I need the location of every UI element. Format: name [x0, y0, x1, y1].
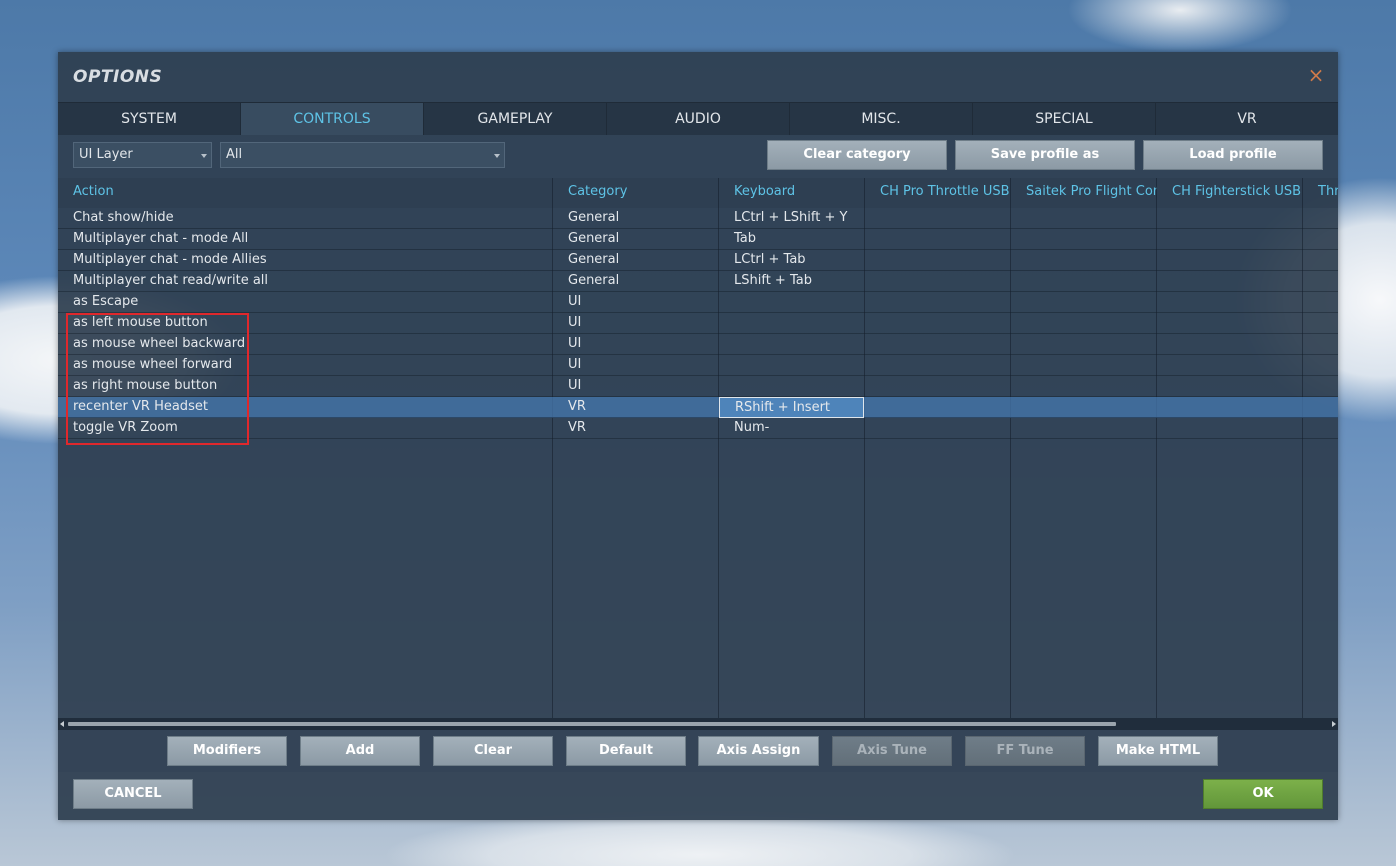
keyboard-cell[interactable]: LCtrl + LShift + Y: [719, 208, 864, 228]
table-row[interactable]: Chat show/hide General LCtrl + LShift + …: [58, 208, 1338, 229]
column-header-device-1[interactable]: CH Pro Throttle USB {8: [865, 178, 1011, 208]
action-cell: Multiplayer chat - mode Allies: [73, 252, 267, 267]
dialog-footer: CANCEL OK: [58, 772, 1338, 820]
close-icon[interactable]: ×: [1306, 65, 1326, 85]
toolbar: UI Layer All Clear category Save profile…: [58, 134, 1338, 178]
action-cell: as mouse wheel backward: [73, 336, 246, 351]
category-cell: UI: [568, 336, 582, 351]
category-cell: UI: [568, 294, 582, 309]
action-cell: Chat show/hide: [73, 210, 174, 225]
clear-category-button[interactable]: Clear category: [767, 140, 947, 170]
keyboard-cell[interactable]: [719, 313, 864, 333]
keyboard-cell[interactable]: [719, 355, 864, 375]
category-cell: General: [568, 210, 620, 225]
action-cell: as Escape: [73, 294, 139, 309]
cancel-button[interactable]: CANCEL: [73, 779, 193, 809]
scroll-right-icon[interactable]: [1332, 721, 1336, 727]
keyboard-cell[interactable]: [719, 292, 864, 312]
action-cell: as right mouse button: [73, 378, 218, 393]
keyboard-cell-selected[interactable]: RShift + Insert: [719, 397, 864, 418]
dialog-title: OPTIONS: [73, 67, 163, 87]
column-header-device-3[interactable]: CH Fighterstick USB {8: [1157, 178, 1303, 208]
column-header-device-4[interactable]: Thr: [1303, 178, 1338, 208]
tab-system[interactable]: SYSTEM: [58, 103, 241, 135]
category-select-value: All: [226, 147, 243, 162]
default-button[interactable]: Default: [566, 736, 686, 766]
category-cell: General: [568, 252, 620, 267]
action-buttons-bar: Modifiers Add Clear Default Axis Assign …: [58, 730, 1338, 772]
action-cell: recenter VR Headset: [73, 399, 208, 414]
clear-button[interactable]: Clear: [433, 736, 553, 766]
ff-tune-button[interactable]: FF Tune: [965, 736, 1085, 766]
keyboard-cell[interactable]: LCtrl + Tab: [719, 250, 864, 270]
category-cell: General: [568, 273, 620, 288]
category-select[interactable]: All: [220, 142, 505, 168]
modifiers-button[interactable]: Modifiers: [167, 736, 287, 766]
table-row[interactable]: as right mouse button UI: [58, 376, 1338, 397]
category-cell: VR: [568, 420, 586, 435]
tab-vr[interactable]: VR: [1156, 103, 1338, 135]
table-row[interactable]: as left mouse button UI: [58, 313, 1338, 334]
horizontal-scrollbar[interactable]: [58, 718, 1338, 730]
layer-select-value: UI Layer: [79, 147, 133, 162]
keyboard-cell[interactable]: LShift + Tab: [719, 271, 864, 291]
action-cell: Multiplayer chat read/write all: [73, 273, 269, 288]
table-row[interactable]: Multiplayer chat - mode Allies General L…: [58, 250, 1338, 271]
tab-gameplay[interactable]: GAMEPLAY: [424, 103, 607, 135]
keyboard-cell[interactable]: [719, 376, 864, 396]
chevron-down-icon: [494, 154, 500, 158]
axis-tune-button[interactable]: Axis Tune: [832, 736, 952, 766]
table-row-selected[interactable]: recenter VR Headset VR RShift + Insert: [58, 397, 1338, 418]
category-cell: UI: [568, 378, 582, 393]
chevron-down-icon: [201, 154, 207, 158]
save-profile-button[interactable]: Save profile as: [955, 140, 1135, 170]
layer-select[interactable]: UI Layer: [73, 142, 212, 168]
keyboard-cell[interactable]: Tab: [719, 229, 864, 249]
action-cell: as left mouse button: [73, 315, 208, 330]
tab-misc[interactable]: MISC.: [790, 103, 973, 135]
table-row[interactable]: as Escape UI: [58, 292, 1338, 313]
category-cell: General: [568, 231, 620, 246]
column-header-device-2[interactable]: Saitek Pro Flight Comb: [1011, 178, 1157, 208]
ok-button[interactable]: OK: [1203, 779, 1323, 809]
action-cell: Multiplayer chat - mode All: [73, 231, 249, 246]
title-bar: OPTIONS ×: [58, 52, 1338, 102]
load-profile-button[interactable]: Load profile: [1143, 140, 1323, 170]
tab-bar: SYSTEM CONTROLS GAMEPLAY AUDIO MISC. SPE…: [58, 102, 1338, 135]
action-cell: toggle VR Zoom: [73, 420, 178, 435]
table-row[interactable]: toggle VR Zoom VR Num-: [58, 418, 1338, 439]
table-row[interactable]: Multiplayer chat read/write all General …: [58, 271, 1338, 292]
axis-assign-button[interactable]: Axis Assign: [698, 736, 819, 766]
category-cell: VR: [568, 399, 586, 414]
tab-controls[interactable]: CONTROLS: [241, 103, 424, 135]
keyboard-cell[interactable]: [719, 334, 864, 354]
column-header-keyboard[interactable]: Keyboard: [719, 178, 865, 208]
scroll-left-icon[interactable]: [60, 721, 64, 727]
keyboard-cell[interactable]: Num-: [719, 418, 864, 438]
column-header-category[interactable]: Category: [553, 178, 719, 208]
options-dialog: OPTIONS × SYSTEM CONTROLS GAMEPLAY AUDIO…: [58, 52, 1338, 820]
scrollbar-thumb[interactable]: [68, 722, 1116, 726]
category-cell: UI: [568, 315, 582, 330]
bindings-table: Action Category Keyboard CH Pro Throttle…: [58, 178, 1338, 718]
table-row[interactable]: Multiplayer chat - mode All General Tab: [58, 229, 1338, 250]
tab-audio[interactable]: AUDIO: [607, 103, 790, 135]
table-row[interactable]: as mouse wheel forward UI: [58, 355, 1338, 376]
table-header: Action Category Keyboard CH Pro Throttle…: [58, 178, 1338, 208]
add-button[interactable]: Add: [300, 736, 420, 766]
column-header-action[interactable]: Action: [58, 178, 552, 208]
table-row[interactable]: as mouse wheel backward UI: [58, 334, 1338, 355]
category-cell: UI: [568, 357, 582, 372]
tab-special[interactable]: SPECIAL: [973, 103, 1156, 135]
make-html-button[interactable]: Make HTML: [1098, 736, 1218, 766]
action-cell: as mouse wheel forward: [73, 357, 233, 372]
